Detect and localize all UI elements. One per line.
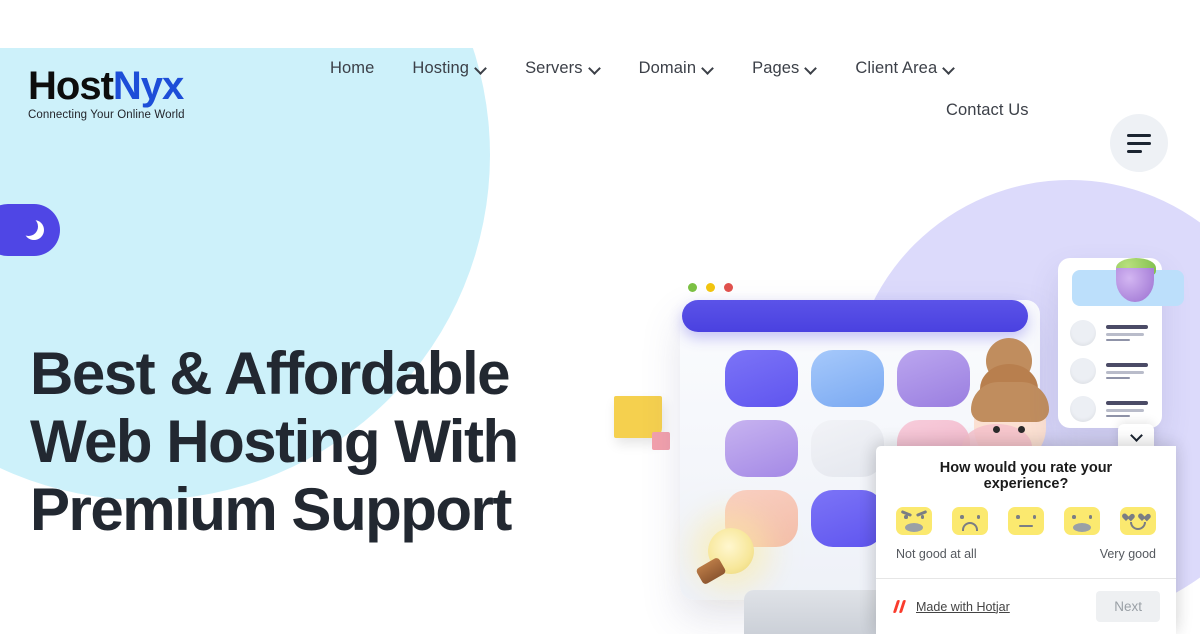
logo-text-host: Host: [28, 64, 114, 108]
browser-traffic-lights: [688, 283, 733, 292]
eye-right: [1088, 515, 1092, 519]
eye-left: [1072, 515, 1076, 519]
tile: [811, 420, 884, 477]
nav-item-domain[interactable]: Domain: [639, 59, 714, 78]
tile: [811, 490, 884, 547]
page-root: HostNyx Connecting Your Online World Hom…: [0, 0, 1200, 634]
hamburger-icon-line-2: [1127, 141, 1151, 145]
rating-sad-face-button[interactable]: [952, 507, 988, 535]
hamburger-icon-line-3: [1127, 149, 1142, 153]
logo-text-nyx: Nyx: [112, 64, 184, 108]
browser-address-bar: [682, 300, 1028, 332]
moon-icon: [19, 217, 44, 240]
list-item: [1070, 358, 1148, 384]
chevron-down-icon: [476, 63, 487, 74]
chevron-down-icon: [590, 63, 601, 74]
list-item-lines: [1106, 325, 1148, 341]
angry-mouth-icon: [905, 523, 923, 532]
survey-scale-low-label: Not good at all: [896, 547, 977, 561]
nav-item-pages[interactable]: Pages: [752, 59, 817, 78]
survey-next-button[interactable]: Next: [1096, 591, 1160, 622]
tile: [725, 420, 798, 477]
tile: [725, 350, 798, 407]
site-header: HostNyx Connecting Your Online World Hom…: [0, 48, 1200, 172]
happy-mouth-icon: [1073, 523, 1091, 532]
main-navigation: Home Hosting Servers Domain Pages Client…: [330, 48, 1090, 132]
character-eye-left: [993, 426, 1000, 433]
hotjar-survey-widget: How would you rate your experience? Not …: [876, 446, 1176, 634]
pink-square-decor: [652, 432, 670, 450]
sad-mouth-icon: [962, 522, 978, 531]
chevron-down-icon: [944, 63, 955, 74]
survey-footer: Made with Hotjar Next: [876, 578, 1176, 634]
nav-item-client-area[interactable]: Client Area: [855, 59, 955, 78]
nav-label-home: Home: [330, 58, 375, 77]
rating-neutral-face-button[interactable]: [1008, 507, 1044, 535]
traffic-light-red-icon: [724, 283, 733, 292]
nav-label-contact-us: Contact Us: [946, 100, 1029, 119]
rating-angry-face-button[interactable]: [896, 507, 932, 535]
nav-item-servers[interactable]: Servers: [525, 59, 601, 78]
avatar: [1070, 320, 1096, 346]
rating-happy-face-button[interactable]: [1064, 507, 1100, 535]
traffic-light-yellow-icon: [706, 283, 715, 292]
chevron-down-icon: [703, 63, 714, 74]
hamburger-icon-line-1: [1127, 133, 1151, 137]
eye-left: [960, 515, 964, 519]
nav-item-hosting[interactable]: Hosting: [412, 59, 487, 78]
nav-row-secondary: Contact Us: [330, 88, 1090, 132]
logo-wordmark: HostNyx: [28, 66, 258, 106]
list-item-lines: [1106, 363, 1148, 379]
nav-label-client-area: Client Area: [855, 58, 938, 77]
nav-item-contact-us[interactable]: Contact Us: [946, 101, 1029, 120]
smile-mouth-icon: [1130, 522, 1146, 530]
eye-left: [904, 515, 908, 519]
survey-question: How would you rate your experience?: [939, 460, 1113, 492]
eye-left: [1016, 515, 1020, 519]
survey-scale-high-label: Very good: [1099, 547, 1156, 561]
eye-right: [1032, 515, 1036, 519]
neutral-mouth-icon: [1019, 524, 1033, 527]
nav-label-domain: Domain: [638, 58, 697, 77]
survey-rating-scale: [876, 492, 1176, 535]
site-logo[interactable]: HostNyx Connecting Your Online World: [28, 66, 258, 121]
dark-mode-toggle[interactable]: [0, 204, 60, 256]
rating-heart-eyes-face-button[interactable]: [1120, 507, 1156, 535]
list-item: [1070, 396, 1148, 422]
nav-item-home[interactable]: Home: [330, 59, 374, 78]
list-item-lines: [1106, 401, 1148, 417]
hamburger-menu-button[interactable]: [1110, 114, 1168, 172]
eye-right: [976, 515, 980, 519]
side-list-card: [1058, 258, 1184, 428]
survey-scale-labels: Not good at all Very good: [876, 535, 1176, 561]
heart-eye-right-icon: [1142, 514, 1150, 521]
made-with-hotjar-link[interactable]: Made with Hotjar: [892, 599, 1010, 614]
nav-label-hosting: Hosting: [412, 58, 470, 77]
nav-label-servers: Servers: [525, 58, 583, 77]
chevron-down-icon: [1129, 428, 1143, 442]
card-row-list: [1070, 320, 1148, 434]
hotjar-logo-icon: [892, 599, 908, 614]
heart-eye-left-icon: [1126, 514, 1134, 521]
eye-right: [920, 515, 924, 519]
character-eye-right: [1018, 426, 1025, 433]
top-white-strip: [0, 0, 1200, 48]
list-item: [1070, 320, 1148, 346]
logo-tagline: Connecting Your Online World: [28, 109, 185, 121]
character-hair-front: [971, 382, 1049, 422]
tile: [811, 350, 884, 407]
nav-row-primary: Home Hosting Servers Domain Pages Client…: [330, 48, 1090, 88]
made-with-hotjar-label: Made with Hotjar: [916, 599, 1010, 614]
avatar: [1070, 396, 1096, 422]
chevron-down-icon: [806, 63, 817, 74]
page-title: Best & Affordable Web Hosting With Premi…: [30, 340, 519, 543]
traffic-light-green-icon: [688, 283, 697, 292]
nav-label-pages: Pages: [752, 58, 800, 77]
avatar: [1070, 358, 1096, 384]
